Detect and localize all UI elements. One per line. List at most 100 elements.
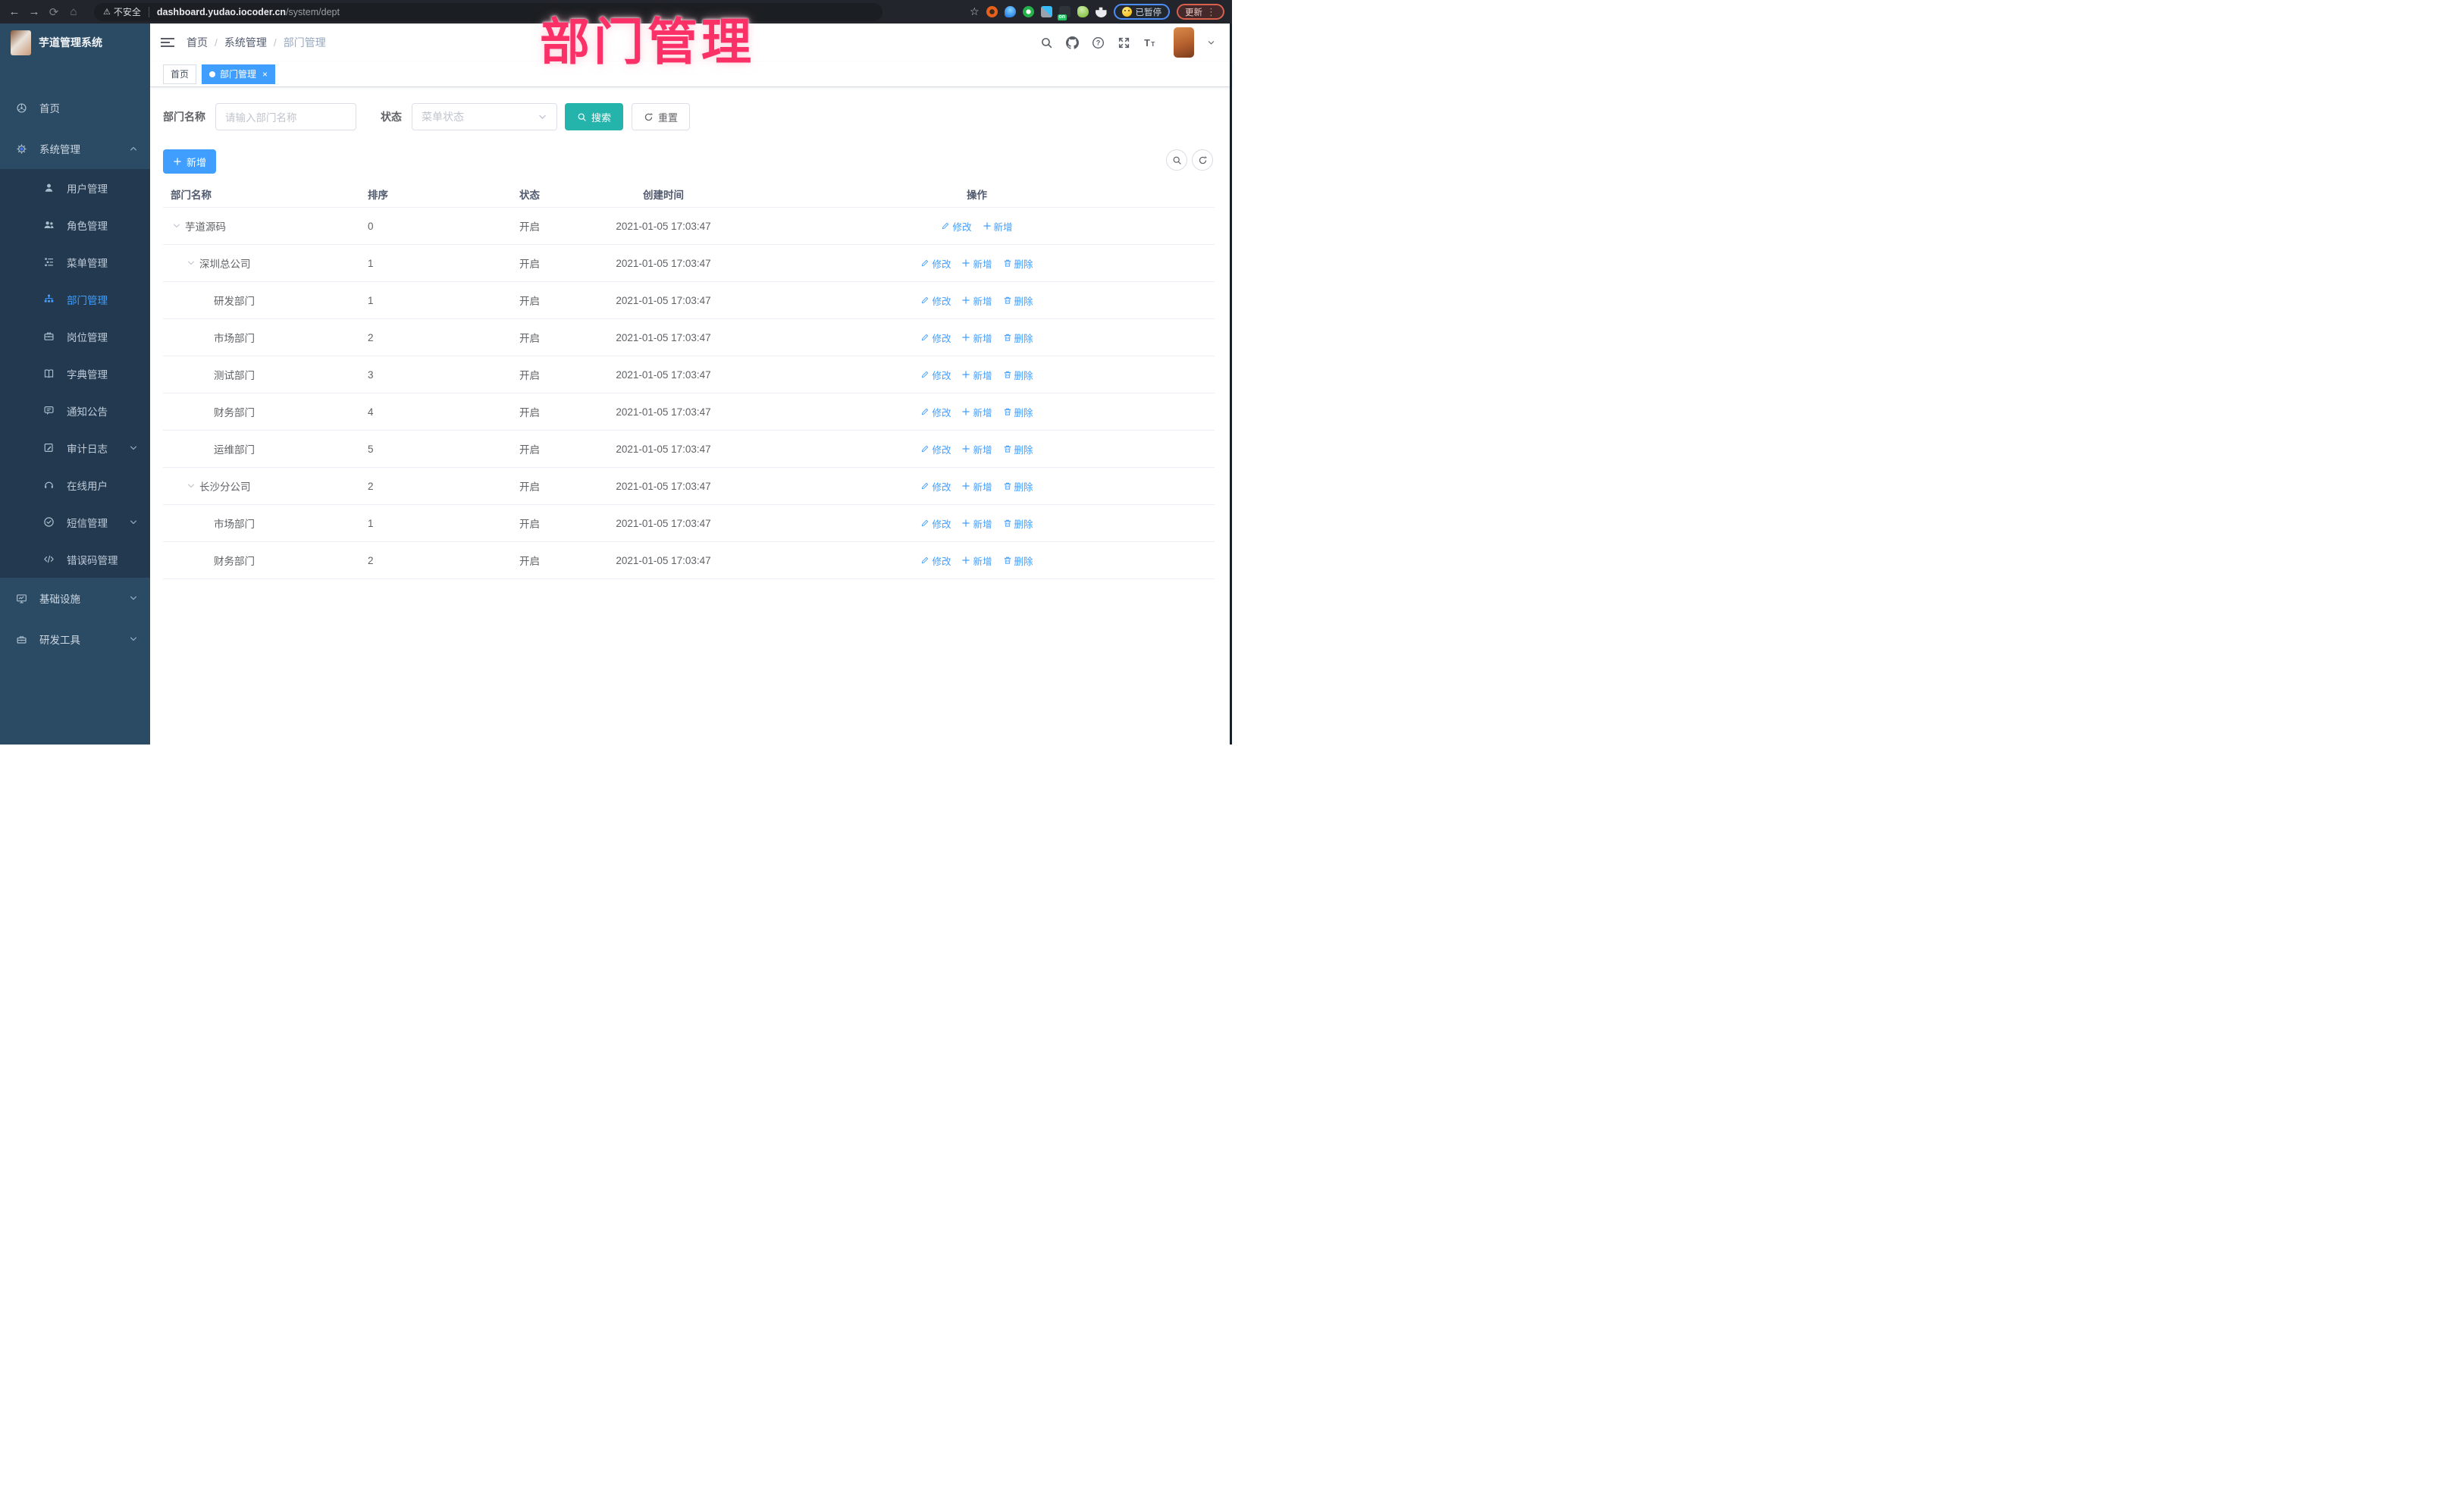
reset-button[interactable]: 重置 [632,103,691,130]
edit-link[interactable]: 修改 [920,479,951,494]
dept-status: 开启 [512,356,588,393]
tree-expand-icon[interactable] [172,221,181,230]
delete-link[interactable]: 删除 [1003,516,1033,531]
delete-link[interactable]: 删除 [1003,256,1033,271]
tree-expand-icon[interactable] [187,259,196,268]
sidebar-item-在线用户[interactable]: 在线用户 [0,466,150,503]
delete-link[interactable]: 删除 [1003,442,1033,456]
sidebar-item-研发工具[interactable]: 研发工具 [0,619,150,660]
sidebar-item-错误码管理[interactable]: 错误码管理 [0,541,150,578]
browser-menu-dots-icon[interactable]: ⋮ [1206,6,1216,18]
extension-icon-green-figure[interactable] [1077,6,1089,17]
edit-link[interactable]: 修改 [920,368,951,382]
chevron-down-icon [129,518,138,527]
app-logo-row[interactable]: 芋道管理系统 [0,24,150,61]
delete-link[interactable]: 删除 [1003,479,1033,494]
bookmark-star-icon[interactable]: ☆ [970,5,980,18]
sidebar-item-角色管理[interactable]: 角色管理 [0,206,150,243]
edit-link[interactable]: 修改 [920,256,951,271]
tree-expand-icon[interactable] [187,481,196,491]
refresh-table-button[interactable] [1192,149,1213,171]
browser-forward-button[interactable]: → [24,5,44,18]
edit-link[interactable]: 修改 [920,405,951,419]
dash-icon [16,102,27,114]
edit-link[interactable]: 修改 [920,293,951,308]
font-size-icon[interactable] [1143,36,1156,49]
sidebar-item-字典管理[interactable]: 字典管理 [0,355,150,392]
dept-name-input[interactable]: 请输入部门名称 [215,103,356,130]
add-button[interactable]: 新增 [163,149,217,174]
add-link[interactable]: 新增 [961,405,992,419]
add-link[interactable]: 新增 [961,256,992,271]
sidebar-item-基础设施[interactable]: 基础设施 [0,578,150,619]
sidebar-item-系统管理[interactable]: 系统管理 [0,128,150,169]
delete-link[interactable]: 删除 [1003,293,1033,308]
delete-link[interactable]: 删除 [1003,553,1033,568]
extension-icon-orange[interactable] [986,6,998,17]
github-icon[interactable] [1066,36,1079,49]
plus-icon [961,407,970,416]
browser-back-button[interactable]: ← [5,5,24,18]
tab-首页[interactable]: 首页 [163,64,197,84]
profile-paused-badge[interactable]: 已暂停 [1113,4,1170,20]
extensions-puzzle-icon[interactable] [1095,7,1107,17]
plus-icon [961,556,970,565]
extension-icon-squares[interactable] [1040,6,1052,17]
add-link[interactable]: 新增 [983,219,1013,234]
sidebar-item-短信管理[interactable]: 短信管理 [0,503,150,541]
address-bar[interactable]: ⚠ 不安全 dashboard.yudao.iocoder.cn/system/… [94,2,882,21]
edit-link[interactable]: 修改 [920,516,951,531]
sidebar-item-菜单管理[interactable]: 菜单管理 [0,243,150,281]
browser-update-button[interactable]: 更新 ⋮ [1177,4,1224,20]
status-select[interactable]: 菜单状态 [412,103,557,130]
delete-link[interactable]: 删除 [1003,405,1033,419]
fullscreen-icon[interactable] [1118,36,1130,49]
sidebar-item-用户管理[interactable]: 用户管理 [0,169,150,206]
browser-reload-button[interactable]: ⟳ [44,5,64,19]
monitor-icon [16,593,27,604]
dept-name: 财务部门 [214,556,255,567]
extension-icon-blue-drop[interactable] [1004,6,1016,17]
sidebar-item-岗位管理[interactable]: 岗位管理 [0,318,150,355]
dept-name: 芋道源码 [185,221,226,233]
browser-home-button[interactable]: ⌂ [64,5,83,18]
extension-icon-dark[interactable]: on [1057,6,1071,20]
hamburger-icon[interactable] [161,36,174,49]
user-avatar[interactable] [1174,27,1194,58]
sidebar-item-首页[interactable]: 首页 [0,87,150,128]
sidebar-item-通知公告[interactable]: 通知公告 [0,392,150,429]
help-icon[interactable] [1092,36,1105,49]
close-icon[interactable]: × [262,69,268,80]
sidebar-item-审计日志[interactable]: 审计日志 [0,429,150,466]
edit-link[interactable]: 修改 [920,553,951,568]
active-tab-dot [209,71,216,77]
add-link[interactable]: 新增 [961,553,992,568]
url-text: dashboard.yudao.iocoder.cn/system/dept [156,6,340,17]
edit-link[interactable]: 修改 [920,442,951,456]
pencil-icon [920,556,929,565]
add-link[interactable]: 新增 [961,479,992,494]
add-link[interactable]: 新增 [961,293,992,308]
dept-status: 开启 [512,207,588,245]
bubble-icon [43,405,55,416]
add-link[interactable]: 新增 [961,331,992,345]
user-menu-caret-icon[interactable] [1207,39,1215,47]
search-button[interactable]: 搜索 [565,103,624,130]
breadcrumb-item[interactable]: 首页 [187,35,208,50]
toggle-search-button[interactable] [1166,149,1187,171]
extension-icon-green-check[interactable] [1022,6,1034,17]
edit-link[interactable]: 修改 [920,331,951,345]
delete-link[interactable]: 删除 [1003,331,1033,345]
dept-create-time: 2021-01-05 17:03:47 [588,356,739,393]
header-search-icon[interactable] [1040,36,1053,49]
tab-部门管理[interactable]: 部门管理 × [202,64,276,84]
add-link[interactable]: 新增 [961,516,992,531]
add-link[interactable]: 新增 [961,442,992,456]
menu-icon [43,256,55,268]
breadcrumb-item[interactable]: 系统管理 [224,35,267,50]
add-link[interactable]: 新增 [961,368,992,382]
sidebar-item-部门管理[interactable]: 部门管理 [0,281,150,318]
delete-link[interactable]: 删除 [1003,368,1033,382]
sms-icon [43,516,55,528]
edit-link[interactable]: 修改 [941,219,972,234]
